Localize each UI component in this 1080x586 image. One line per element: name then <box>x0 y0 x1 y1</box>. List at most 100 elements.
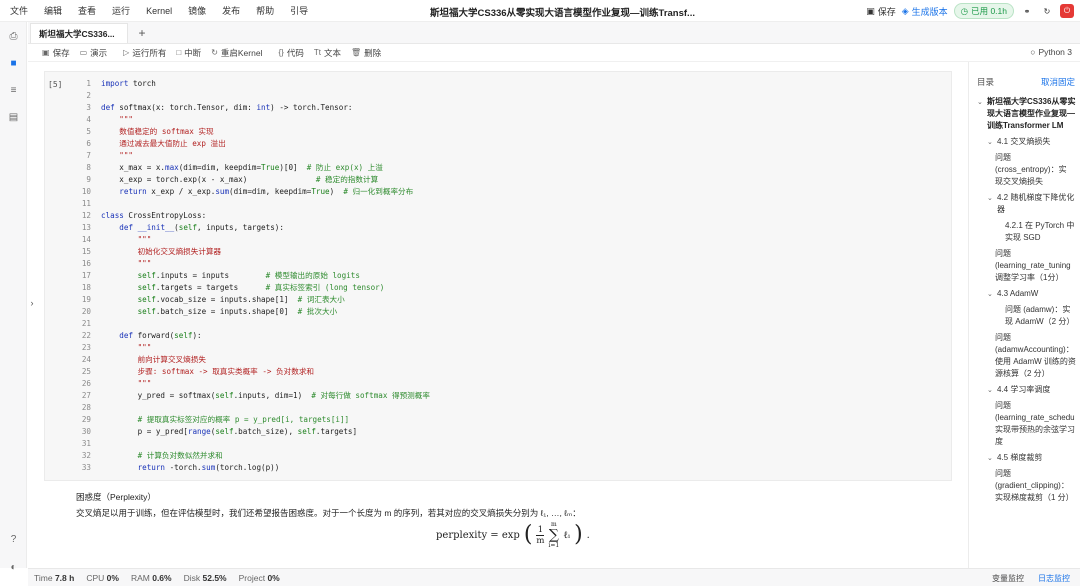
code-text: return -torch.sum(torch.log(p)) <box>101 462 280 474</box>
formula-end: . <box>586 529 590 541</box>
toc-item[interactable]: 问题 <box>995 152 1079 164</box>
status-project-label: Project <box>238 572 266 583</box>
code-token: .batch_size = inputs.shape[0] <box>155 307 298 316</box>
folder-icon[interactable]: ■ <box>8 58 19 69</box>
menu-run[interactable]: 运行 <box>104 4 138 17</box>
variable-monitor-button[interactable]: 变量监控 <box>992 573 1024 584</box>
chevron-down-icon[interactable]: ⌄ <box>987 454 993 462</box>
menu-file[interactable]: 文件 <box>0 4 36 17</box>
menu-help[interactable]: 帮助 <box>248 4 282 17</box>
toc-item[interactable]: 4.4 学习率调度 <box>997 384 1079 396</box>
toc-item[interactable]: 实现带预热的余弦学习 <box>995 424 1079 436</box>
toc-item[interactable]: 实现梯度裁剪（1 分） <box>995 492 1079 504</box>
toc-item[interactable]: (cross_entropy)：实 <box>995 164 1079 176</box>
toc-item[interactable]: 问题 <box>995 332 1079 344</box>
line-number: 8 <box>86 163 91 172</box>
toc-item[interactable]: 实现 SGD <box>1005 232 1079 244</box>
toc-item[interactable]: (learning_rate_tuning <box>995 260 1079 272</box>
menu-kernel[interactable]: Kernel <box>138 6 180 16</box>
code-editor[interactable]: 1 import torch 2 3 def softmax(x: torch.Tens… <box>75 78 430 474</box>
toc-item[interactable]: 现交叉熵损失 <box>995 176 1079 188</box>
toc-item[interactable]: 问题 <box>995 248 1079 260</box>
formula-term: ℓᵢ <box>563 529 571 541</box>
code-token: int <box>256 103 271 112</box>
toc-item[interactable]: 4.2.1 在 PyTorch 中 <box>1005 220 1079 232</box>
power-icon[interactable]: ⏻ <box>1060 4 1074 18</box>
markdown-cell[interactable]: 困惑度（Perplexity） 交叉熵足以用于训练，但在评估模型时，我们还希望报… <box>44 485 952 568</box>
toc-item[interactable]: 训练Transformer LM <box>987 120 1079 132</box>
notebook-tab[interactable]: 斯坦福大学CS336... <box>30 23 128 43</box>
chevron-down-icon[interactable]: ⌄ <box>977 98 983 106</box>
menu-view[interactable]: 查看 <box>70 4 104 17</box>
code-token: -torch. <box>165 463 202 472</box>
toc-item[interactable]: 斯坦福大学CS336从零实 <box>987 96 1079 108</box>
toc-item[interactable]: 4.5 梯度裁剪 <box>997 452 1079 464</box>
chevron-down-icon[interactable]: ⌄ <box>987 138 993 146</box>
toc-item[interactable]: 问题 <box>995 468 1079 480</box>
toc-item[interactable]: 现大语言模型作业复现— <box>987 108 1079 120</box>
collapse-sidebar-icon[interactable]: › <box>27 298 37 312</box>
menu-image[interactable]: 镜像 <box>180 4 214 17</box>
text-cell-button[interactable]: Tt 文本 <box>314 47 341 59</box>
log-monitor-button[interactable]: 日志监控 <box>1038 573 1070 584</box>
code-line: 10 return x_exp / x_exp.sum(dim=dim, kee… <box>75 186 430 198</box>
new-tab-icon[interactable]: + <box>132 23 152 43</box>
database-icon[interactable]: ≡ <box>8 85 19 96</box>
toc-item[interactable]: 4.1 交叉熵损失 <box>997 136 1079 148</box>
code-line: 8 x_max = x.max(dim=dim, keepdim=True)[0… <box>75 162 430 174</box>
toc-item[interactable]: 4.3 AdamW <box>997 288 1079 300</box>
print-icon[interactable]: ⎙ <box>8 31 19 42</box>
menu-guide[interactable]: 引导 <box>282 4 316 17</box>
toc-item[interactable]: 调整学习率（1分） <box>995 272 1079 284</box>
save-top-button[interactable]: ▣ 保存 <box>866 5 896 18</box>
toc-item[interactable]: (gradient_clipping)： <box>995 480 1079 492</box>
delete-button[interactable]: 🗑 删除 <box>351 47 381 59</box>
toc-item[interactable]: (learning_rate_schedu <box>995 412 1079 424</box>
perplexity-heading: 困惑度（Perplexity） <box>76 492 156 502</box>
code-token: sum <box>215 187 230 196</box>
line-number: 25 <box>81 367 91 376</box>
toc-item[interactable]: 现 AdamW（2 分） <box>1005 316 1079 328</box>
refresh-icon[interactable]: ↻ <box>1040 4 1054 18</box>
interrupt-button[interactable]: □ 中断 <box>176 47 201 59</box>
code-token: True <box>311 187 330 196</box>
toc-item[interactable]: 4.2 随机梯度下降优化 <box>997 192 1079 204</box>
help-icon[interactable]: ? <box>8 534 19 545</box>
toc-item[interactable]: 使用 AdamW 训练的资 <box>995 356 1079 368</box>
toc-unpin-button[interactable]: 取消固定 <box>1041 76 1075 88</box>
tab-bar: 斯坦福大学CS336... + <box>28 22 1080 44</box>
grid-icon[interactable]: ▤ <box>8 112 19 123</box>
save-button[interactable]: ▣ 保存 <box>42 47 70 59</box>
code-token: self <box>297 427 316 436</box>
code-token: x_max = x. <box>101 163 166 172</box>
code-line: 22 def forward(self): <box>75 330 430 342</box>
toc-item[interactable]: 源核算（2 分） <box>995 368 1079 380</box>
toc-item[interactable]: 器 <box>997 204 1079 216</box>
link-icon[interactable]: ⚭ <box>1020 4 1034 18</box>
menu-publish[interactable]: 发布 <box>214 4 248 17</box>
line-number: 5 <box>86 127 91 136</box>
cell-execution-count: [5] <box>48 80 63 89</box>
theme-toggle-icon[interactable]: ◐ <box>8 562 19 573</box>
code-cell[interactable]: [5] 1 import torch 2 3 def softmax(x: torch.… <box>44 71 952 481</box>
interrupt-label: 中断 <box>184 47 202 58</box>
toc-item[interactable]: 问题 (adamw)：实 <box>1005 304 1079 316</box>
run-all-button[interactable]: ▷ 运行所有 <box>123 47 166 59</box>
chevron-down-icon[interactable]: ⌄ <box>987 290 993 298</box>
restart-kernel-button[interactable]: ↻ 重启Kernel <box>211 47 262 59</box>
menu-edit[interactable]: 编辑 <box>36 4 70 17</box>
toc-item[interactable]: 问题 <box>995 400 1079 412</box>
chevron-down-icon[interactable]: ⌄ <box>987 194 993 202</box>
toc-item[interactable]: (adamwAccounting)： <box>995 344 1079 356</box>
chevron-down-icon[interactable]: ⌄ <box>987 386 993 394</box>
generate-version-button[interactable]: ◈ 生成版本 <box>902 5 948 18</box>
code-cell-button[interactable]: {} 代码 <box>278 47 303 59</box>
kernel-status[interactable]: ○ Python 3 <box>1030 47 1072 57</box>
present-button[interactable]: ▭ 演示 <box>80 47 108 59</box>
perplexity-paragraph: 交叉熵足以用于训练，但在评估模型时，我们还希望报告困惑度。对于一个长度为 m 的… <box>76 508 581 518</box>
code-line: 29 # 提取真实标签对应的概率 p = y_pred[i, targets[i… <box>75 414 430 426</box>
toc-item[interactable]: 度 <box>995 436 1079 448</box>
